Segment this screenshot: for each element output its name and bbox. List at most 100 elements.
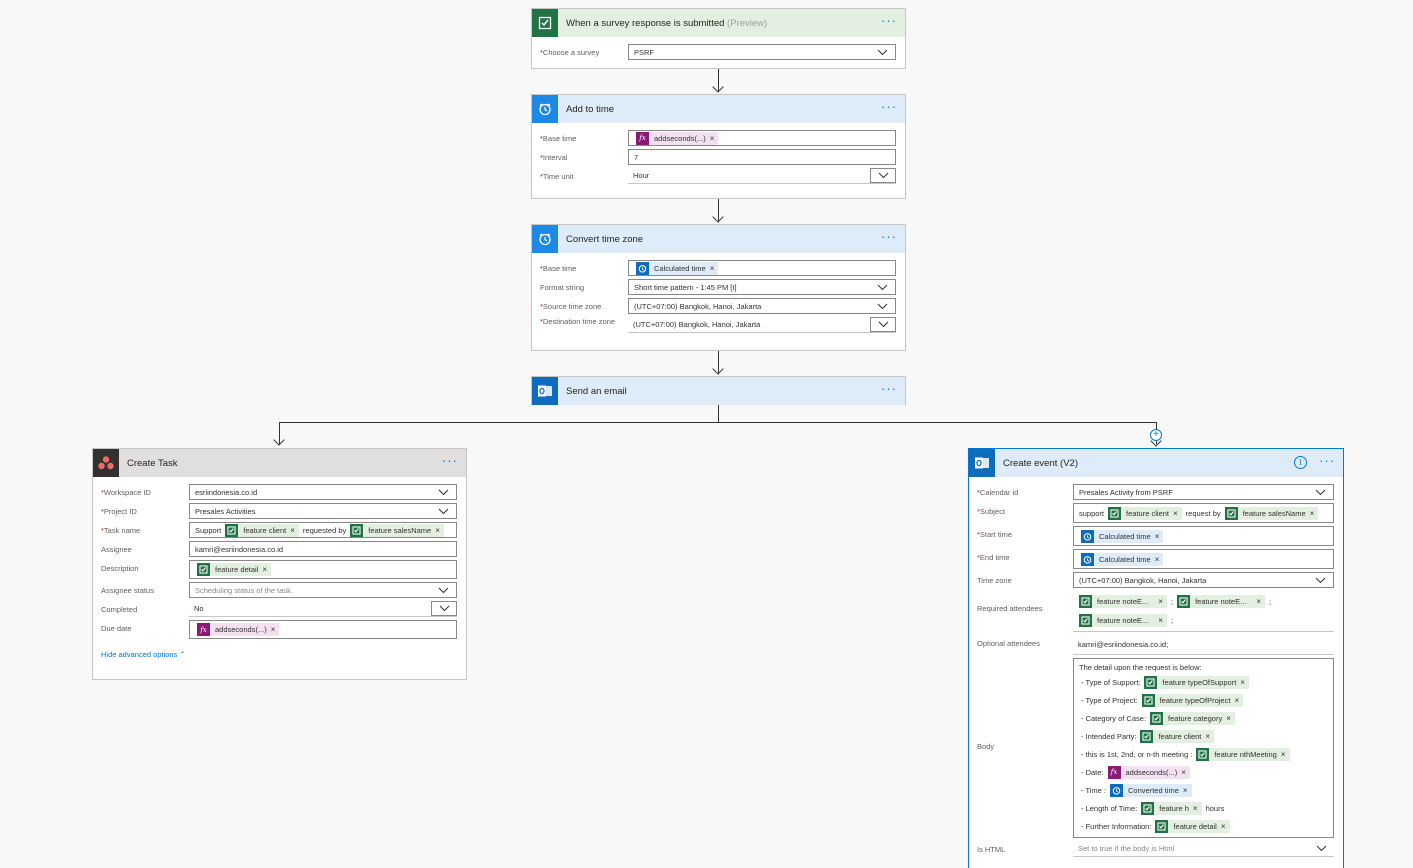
- remove-token-button[interactable]: ×: [1155, 555, 1160, 564]
- remove-token-button[interactable]: ×: [710, 264, 715, 273]
- add-step-button[interactable]: +: [1150, 429, 1162, 441]
- format-string-dropdown[interactable]: Short time pattern - 1:45 PM [t]: [628, 279, 896, 295]
- body-line: - Category of Case: feature category ×: [1079, 709, 1328, 727]
- due-date-field[interactable]: fx addseconds(...) ×: [189, 620, 457, 639]
- dynamic-token[interactable]: Calculated time ×: [636, 261, 719, 275]
- remove-token-button[interactable]: ×: [710, 134, 715, 143]
- remove-token-button[interactable]: ×: [1158, 597, 1163, 606]
- send-email-card[interactable]: Send an email ···: [531, 376, 906, 405]
- more-options-button[interactable]: ···: [1319, 454, 1335, 467]
- dynamic-token[interactable]: feature client ×: [225, 523, 299, 537]
- remove-token-button[interactable]: ×: [1155, 532, 1160, 541]
- remove-token-button[interactable]: ×: [1256, 597, 1261, 606]
- dynamic-token[interactable]: feature detail ×: [1155, 819, 1230, 833]
- assignee-input[interactable]: kamri@esriindonesia.co.id: [189, 541, 457, 557]
- remove-token-button[interactable]: ×: [1205, 732, 1210, 741]
- remove-token-button[interactable]: ×: [290, 526, 295, 535]
- description-field[interactable]: feature detail ×: [189, 560, 457, 579]
- dynamic-token[interactable]: Calculated time ×: [1081, 529, 1164, 543]
- add-to-time-header[interactable]: Add to time ···: [532, 95, 905, 123]
- assignee-label: Assignee: [101, 545, 132, 554]
- dynamic-token[interactable]: feature noteE... ×: [1079, 595, 1167, 608]
- remove-token-button[interactable]: ×: [1281, 750, 1286, 759]
- dynamic-token[interactable]: feature typeOfSupport ×: [1144, 675, 1249, 689]
- body-line-label: - Further Information:: [1081, 821, 1152, 831]
- dynamic-token[interactable]: feature h ×: [1141, 801, 1202, 815]
- remove-token-button[interactable]: ×: [271, 625, 276, 634]
- dynamic-token[interactable]: feature typeOfProject ×: [1141, 693, 1244, 707]
- choose-survey-dropdown[interactable]: PSRF: [628, 44, 896, 60]
- time-unit-dropdown[interactable]: Hour: [628, 168, 896, 184]
- expression-token[interactable]: fx addseconds(...) ×: [197, 623, 280, 636]
- dynamic-token[interactable]: feature category ×: [1150, 711, 1235, 725]
- chevron-down-icon: [431, 601, 457, 616]
- body-label: Body: [977, 742, 995, 751]
- calendar-id-dropdown[interactable]: Presales Activity from PSRF: [1073, 484, 1334, 500]
- expression-token[interactable]: fx addseconds(...) ×: [636, 131, 719, 145]
- remove-token-button[interactable]: ×: [1234, 696, 1239, 705]
- more-options-button[interactable]: ···: [881, 14, 897, 27]
- required-attendees-field[interactable]: feature noteE... × ; feature noteE... × ; …: [1073, 591, 1334, 632]
- create-task-header[interactable]: Create Task ···: [93, 449, 466, 477]
- remove-token-button[interactable]: ×: [1310, 509, 1315, 518]
- source-time-zone-dropdown[interactable]: (UTC+07:00) Bangkok, Hanoi, Jakarta: [628, 298, 896, 314]
- dynamic-token[interactable]: Calculated time ×: [1081, 552, 1164, 566]
- dynamic-token[interactable]: feature noteE... ×: [1177, 595, 1266, 608]
- more-options-button[interactable]: ···: [881, 230, 897, 243]
- remove-token-button[interactable]: ×: [1183, 786, 1188, 795]
- remove-token-button[interactable]: ×: [262, 565, 267, 574]
- dynamic-token[interactable]: feature nthMeeting ×: [1196, 747, 1290, 761]
- choose-survey-label: *Choose a survey: [540, 48, 600, 57]
- subject-field[interactable]: support feature client × request by featu…: [1073, 503, 1334, 523]
- send-email-header[interactable]: Send an email ···: [532, 377, 905, 405]
- chevron-up-icon: ⌃: [179, 650, 186, 659]
- time-zone-dropdown[interactable]: (UTC+07:00) Bangkok, Hanoi, Jakarta: [1073, 572, 1334, 588]
- remove-token-button[interactable]: ×: [1193, 804, 1198, 813]
- project-id-dropdown[interactable]: Presales Activities: [189, 503, 457, 519]
- survey-trigger-header[interactable]: When a survey response is submitted (Pre…: [532, 9, 905, 37]
- chevron-down-icon: [1308, 841, 1334, 856]
- completed-dropdown[interactable]: No: [189, 601, 457, 617]
- dynamic-token[interactable]: feature client ×: [1140, 729, 1215, 743]
- optional-attendees-input[interactable]: kamri@esriindonesia.co.id;: [1073, 635, 1334, 655]
- remove-token-button[interactable]: ×: [1173, 509, 1178, 518]
- assignee-status-dropdown[interactable]: Scheduling status of the task.: [189, 582, 457, 598]
- body-line: - Further Information: feature detail ×: [1079, 817, 1328, 835]
- hide-advanced-options-link[interactable]: Hide advanced options ⌃: [101, 650, 186, 659]
- base-time-field[interactable]: Calculated time ×: [628, 260, 896, 276]
- dynamic-token[interactable]: feature detail ×: [197, 563, 272, 576]
- task-name-field[interactable]: Support feature client × requested by fea…: [189, 522, 457, 538]
- create-event-card: Create event (V2) i ··· *Calendar id Pre…: [968, 448, 1344, 868]
- workspace-id-dropdown[interactable]: esriindonesia.co.id: [189, 484, 457, 500]
- remove-token-button[interactable]: ×: [1226, 714, 1231, 723]
- remove-token-button[interactable]: ×: [1158, 616, 1163, 625]
- is-html-dropdown[interactable]: Set to true if the body is Html: [1073, 841, 1334, 857]
- create-event-header[interactable]: Create event (V2) i ···: [969, 449, 1343, 477]
- expression-token[interactable]: fx addseconds(...) ×: [1107, 765, 1190, 779]
- more-options-button[interactable]: ···: [881, 100, 897, 113]
- start-time-field[interactable]: Calculated time ×: [1073, 526, 1334, 546]
- interval-input[interactable]: 7: [628, 149, 896, 165]
- forms-icon: [350, 523, 364, 537]
- clock-icon: [1110, 783, 1124, 797]
- remove-token-button[interactable]: ×: [1181, 768, 1186, 777]
- end-time-field[interactable]: Calculated time ×: [1073, 549, 1334, 569]
- remove-token-button[interactable]: ×: [1221, 822, 1226, 831]
- dynamic-token[interactable]: Converted time ×: [1110, 783, 1192, 797]
- dynamic-token[interactable]: feature noteE... ×: [1079, 614, 1167, 627]
- remove-token-button[interactable]: ×: [435, 526, 440, 535]
- more-options-button[interactable]: ···: [442, 454, 458, 467]
- body-editor[interactable]: The detail upon the request is below: - …: [1073, 658, 1334, 838]
- dynamic-token[interactable]: feature salesName ×: [350, 523, 444, 537]
- dynamic-token[interactable]: feature client ×: [1108, 506, 1182, 520]
- remove-token-button[interactable]: ×: [1240, 678, 1245, 687]
- convert-time-zone-header[interactable]: Convert time zone ···: [532, 225, 905, 253]
- base-time-field[interactable]: fx addseconds(...) ×: [628, 130, 896, 146]
- destination-time-zone-dropdown[interactable]: (UTC+07:00) Bangkok, Hanoi, Jakarta: [628, 317, 896, 333]
- dynamic-token[interactable]: feature salesName ×: [1224, 506, 1319, 520]
- info-icon[interactable]: i: [1294, 456, 1307, 469]
- forms-icon: [197, 563, 210, 576]
- connector-arrow: [712, 211, 724, 223]
- more-options-button[interactable]: ···: [881, 382, 897, 395]
- forms-icon: [1108, 506, 1122, 520]
